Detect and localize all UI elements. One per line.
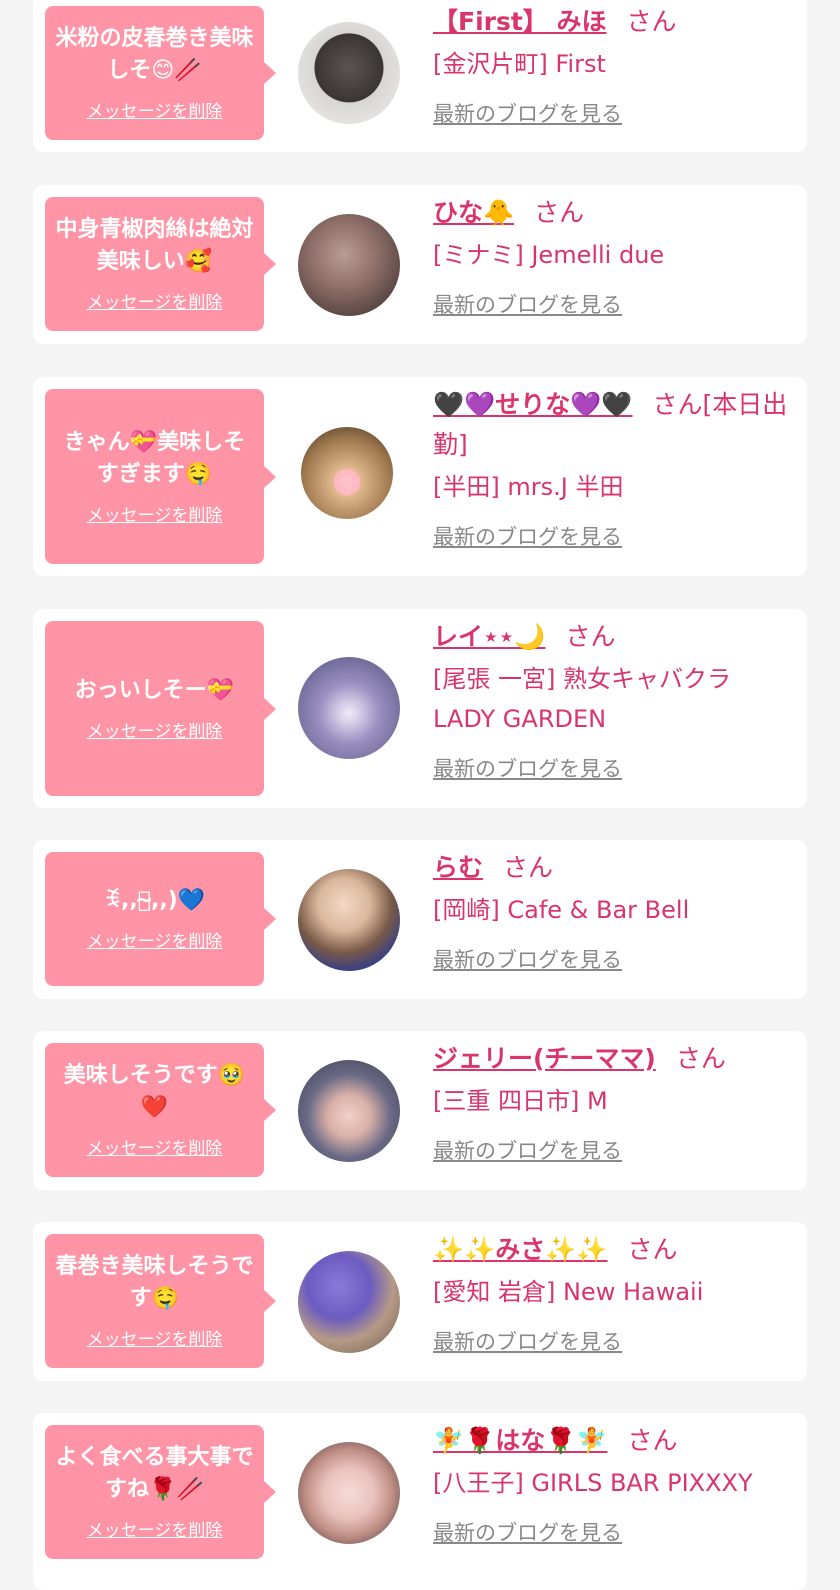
message-bubble: 美味しそうです🥹❤️ メッセージを削除 <box>45 1043 276 1177</box>
profile-name-link[interactable]: らむ <box>433 853 483 882</box>
profile-info: 🧚🌹はな🌹🧚 さん [八王子] GIRLS BAR PIXXXY 最新のブログを見… <box>433 1421 793 1547</box>
honorific: さん <box>626 7 677 36</box>
latest-blog-link[interactable]: 最新のブログを見る <box>433 944 622 974</box>
delete-message-link[interactable]: メッセージを削除 <box>87 505 223 527</box>
list-item: ꉂ,,ꇐ̴,,)💙 メッセージを削除 らむ さん [岡崎] Cafe & Bar … <box>33 840 807 999</box>
avatar[interactable] <box>298 1060 400 1162</box>
profile-name-link[interactable]: 🧚🌹はな🌹🧚 <box>433 1426 608 1455</box>
profile-info: 【First】 みほ さん [金沢片町] First 最新のブログを見る <box>433 2 793 128</box>
honorific: さん <box>627 1426 678 1455</box>
shop-name: [半田] mrs.J 半田 <box>433 473 624 501</box>
profile-name-link[interactable]: ✨✨みさ✨✨ <box>433 1235 608 1264</box>
profile-info: らむ さん [岡崎] Cafe & Bar Bell 最新のブログを見る <box>433 848 793 974</box>
profile-name-link[interactable]: レイ⋆⋆🌙 <box>433 622 545 651</box>
latest-blog-link[interactable]: 最新のブログを見る <box>433 98 622 128</box>
avatar[interactable] <box>298 214 400 316</box>
profile-name-link[interactable]: 【First】 みほ <box>433 7 607 36</box>
favorites-list: 米粉の皮春巻き美味しそ😊🥢 メッセージを削除 【First】 みほ さん [金沢片… <box>0 0 840 1590</box>
avatar[interactable] <box>298 1442 400 1544</box>
avatar[interactable] <box>298 657 400 759</box>
message-bubble: おっいしそー💝 メッセージを削除 <box>45 621 276 796</box>
latest-blog-link[interactable]: 最新のブログを見る <box>433 289 622 319</box>
message-text: きゃん💝美味しそすぎます🤤 <box>63 429 246 487</box>
profile-info: ひな🐥 さん [ミナミ] Jemelli due 最新のブログを見る <box>433 193 793 319</box>
message-text: 春巻き美味しそうです🤤 <box>55 1254 254 1311</box>
list-item: よく食べる事大事ですね🌹🥢 メッセージを削除 🧚🌹はな🌹🧚 さん [八王子] GI… <box>33 1413 807 1590</box>
delete-message-link[interactable]: メッセージを削除 <box>87 721 223 743</box>
shop-name: [金沢片町] First <box>433 50 606 78</box>
message-bubble: ꉂ,,ꇐ̴,,)💙 メッセージを削除 <box>45 852 276 986</box>
message-bubble: きゃん💝美味しそすぎます🤤 メッセージを削除 <box>45 389 276 564</box>
honorific: さん <box>565 622 616 651</box>
latest-blog-link[interactable]: 最新のブログを見る <box>433 1135 622 1165</box>
honorific: さん <box>534 198 585 227</box>
delete-message-link[interactable]: メッセージを削除 <box>87 931 223 953</box>
list-item: 美味しそうです🥹❤️ メッセージを削除 ジェリー(チーママ) さん [三重 四日市… <box>33 1031 807 1190</box>
latest-blog-link[interactable]: 最新のブログを見る <box>433 521 622 551</box>
shop-name: [八王子] GIRLS BAR PIXXXY <box>433 1469 753 1497</box>
honorific: さん <box>503 853 554 882</box>
message-bubble: よく食べる事大事ですね🌹🥢 メッセージを削除 <box>45 1425 276 1559</box>
message-text: よく食べる事大事ですね🌹🥢 <box>55 1445 254 1502</box>
delete-message-link[interactable]: メッセージを削除 <box>87 292 223 314</box>
delete-message-link[interactable]: メッセージを削除 <box>87 101 223 123</box>
shop-name: [三重 四日市] M <box>433 1087 608 1115</box>
avatar[interactable] <box>298 869 400 971</box>
shop-name: [尾張 一宮] 熟女キャバクラ LADY GARDEN <box>433 665 731 733</box>
profile-name-link[interactable]: 🖤💜せりな💜🖤 <box>433 390 633 419</box>
message-bubble: 中身青椒肉絲は絶対美味しい🥰 メッセージを削除 <box>45 197 276 331</box>
profile-info: レイ⋆⋆🌙 さん [尾張 一宮] 熟女キャバクラ LADY GARDEN 最新のブ… <box>433 617 793 783</box>
message-text: 美味しそうです🥹❤️ <box>63 1063 246 1120</box>
profile-info: 🖤💜せりな💜🖤 さん[本日出勤] [半田] mrs.J 半田 最新のブログを見る <box>433 385 793 551</box>
list-item: 米粉の皮春巻き美味しそ😊🥢 メッセージを削除 【First】 みほ さん [金沢片… <box>33 0 807 152</box>
honorific: さん <box>675 1044 726 1073</box>
message-bubble: 米粉の皮春巻き美味しそ😊🥢 メッセージを削除 <box>45 6 276 140</box>
message-text: ꉂ,,ꇐ̴,,)💙 <box>103 888 206 913</box>
avatar[interactable] <box>301 427 393 519</box>
latest-blog-link[interactable]: 最新のブログを見る <box>433 1326 622 1356</box>
list-item: 中身青椒肉絲は絶対美味しい🥰 メッセージを削除 ひな🐥 さん [ミナミ] Jeme… <box>33 185 807 344</box>
list-item: 春巻き美味しそうです🤤 メッセージを削除 ✨✨みさ✨✨ さん [愛知 岩倉] Ne… <box>33 1222 807 1381</box>
list-item: おっいしそー💝 メッセージを削除 レイ⋆⋆🌙 さん [尾張 一宮] 熟女キャバクラ… <box>33 609 807 808</box>
shop-name: [愛知 岩倉] New Hawaii <box>433 1278 704 1306</box>
shop-name: [岡崎] Cafe & Bar Bell <box>433 896 690 924</box>
message-text: 中身青椒肉絲は絶対美味しい🥰 <box>55 217 254 274</box>
message-text: 米粉の皮春巻き美味しそ😊🥢 <box>55 26 254 83</box>
avatar[interactable] <box>298 1251 400 1353</box>
message-bubble: 春巻き美味しそうです🤤 メッセージを削除 <box>45 1234 276 1368</box>
message-text: おっいしそー💝 <box>74 677 235 703</box>
delete-message-link[interactable]: メッセージを削除 <box>87 1329 223 1351</box>
delete-message-link[interactable]: メッセージを削除 <box>87 1138 223 1160</box>
profile-info: ジェリー(チーママ) さん [三重 四日市] M 最新のブログを見る <box>433 1039 793 1165</box>
delete-message-link[interactable]: メッセージを削除 <box>87 1520 223 1542</box>
latest-blog-link[interactable]: 最新のブログを見る <box>433 1517 622 1547</box>
profile-name-link[interactable]: ジェリー(チーママ) <box>433 1044 656 1073</box>
honorific: さん <box>627 1235 678 1264</box>
profile-info: ✨✨みさ✨✨ さん [愛知 岩倉] New Hawaii 最新のブログを見る <box>433 1230 793 1356</box>
latest-blog-link[interactable]: 最新のブログを見る <box>433 753 622 783</box>
shop-name: [ミナミ] Jemelli due <box>433 241 665 269</box>
list-item: きゃん💝美味しそすぎます🤤 メッセージを削除 🖤💜せりな💜🖤 さん[本日出勤] [… <box>33 377 807 576</box>
avatar[interactable] <box>298 22 400 124</box>
profile-name-link[interactable]: ひな🐥 <box>433 198 514 227</box>
